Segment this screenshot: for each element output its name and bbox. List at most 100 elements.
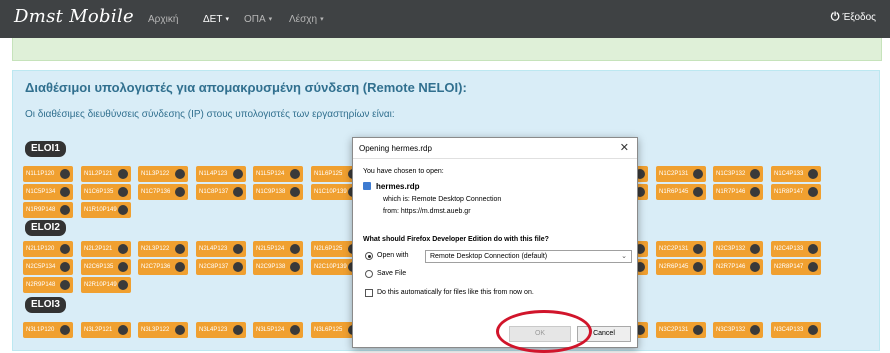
pc-button[interactable]: N2C5P134 [23,259,73,275]
arrow-circle-icon [60,262,70,272]
pc-button[interactable]: N1R8P147 [771,184,821,200]
logout-label: Έξοδος [842,12,876,23]
pc-button[interactable]: N3C2P131 [656,322,706,338]
pc-button[interactable]: N2R6P145 [656,259,706,275]
pc-label: N2C10P139 [314,264,347,270]
pc-button[interactable]: N3L2P121 [81,322,131,338]
pc-button[interactable]: N2C7P136 [138,259,188,275]
close-icon[interactable]: ✕ [620,141,629,154]
arrow-circle-icon [118,280,128,290]
pc-button[interactable]: N1C2P131 [656,166,706,182]
arrow-circle-icon [750,187,760,197]
arrow-circle-icon [175,169,185,179]
arrow-circle-icon [60,169,70,179]
arrow-circle-icon [118,187,128,197]
arrow-circle-icon [808,169,818,179]
pc-button[interactable]: N3L3P122 [138,322,188,338]
arrow-circle-icon [290,244,300,254]
nav-home[interactable]: Αρχική [148,0,178,38]
pc-button[interactable]: N1C3P132 [713,166,763,182]
arrow-circle-icon [290,262,300,272]
pc-button[interactable]: N1C7P136 [138,184,188,200]
arrow-circle-icon [693,325,703,335]
pc-button[interactable]: N2L1P120 [23,241,73,257]
pc-button[interactable]: N1C8P137 [196,184,246,200]
nav-home-label: Αρχική [148,13,179,25]
arrow-circle-icon [750,169,760,179]
open-with-select[interactable]: Remote Desktop Connection (default) ⌄ [425,250,632,263]
pc-label: N1L4P123 [199,171,228,177]
arrow-circle-icon [750,325,760,335]
save-file-radio[interactable] [365,270,373,278]
pc-button[interactable]: N2L5P124 [253,241,303,257]
pc-button[interactable]: N3C4P133 [771,322,821,338]
pc-button[interactable]: N3C3P132 [713,322,763,338]
pc-button[interactable]: N2C4P133 [771,241,821,257]
pc-label: N1L2P121 [84,171,113,177]
pc-button[interactable]: N3L1P120 [23,322,73,338]
pc-button[interactable]: N2L4P123 [196,241,246,257]
arrow-circle-icon [118,205,128,215]
pc-button[interactable]: N3L4P123 [196,322,246,338]
chevron-down-icon: ⌄ [621,253,627,260]
pc-button[interactable]: N1L4P123 [196,166,246,182]
pc-label: N3L5P124 [256,327,285,333]
pc-label: N1L5P124 [256,171,285,177]
pc-button[interactable]: N2L3P122 [138,241,188,257]
pc-button[interactable]: N1L2P121 [81,166,131,182]
pc-button[interactable]: N1L3P122 [138,166,188,182]
arrow-circle-icon [808,262,818,272]
pc-button[interactable]: N1R10P149 [81,202,131,218]
dialog-title: Opening hermes.rdp [359,144,432,153]
arrow-circle-icon [60,205,70,215]
pc-label: N3C4P133 [774,327,804,333]
pc-button[interactable]: N2C2P131 [656,241,706,257]
pc-label: N1L1P120 [26,171,55,177]
brand-logo[interactable]: Dmst Mobile [14,6,134,27]
pc-button[interactable]: N2L2P121 [81,241,131,257]
open-with-radio[interactable] [365,252,373,260]
pc-button[interactable]: N1C9P138 [253,184,303,200]
pc-button[interactable]: N2R8P147 [771,259,821,275]
pc-label: N2L5P124 [256,246,285,252]
pc-button[interactable]: N2R7P146 [713,259,763,275]
pc-button[interactable]: N1R6P145 [656,184,706,200]
pc-button[interactable]: N2C6P135 [81,259,131,275]
arrow-circle-icon [175,262,185,272]
pc-label: N1C9P138 [256,189,286,195]
nav-club-caret-icon: ▾ [320,16,324,23]
arrow-circle-icon [290,325,300,335]
logout-link[interactable]: ⏻ Έξοδος [831,11,876,24]
pc-label: N1C8P137 [199,189,229,195]
nav-opa[interactable]: ΟΠΑ ▾ [244,0,272,38]
pc-label: N1C7P136 [141,189,171,195]
pc-button[interactable]: N1C5P134 [23,184,73,200]
arrow-circle-icon [175,325,185,335]
nav-det-caret-icon: ▾ [225,16,229,23]
pc-button[interactable]: N1L1P120 [23,166,73,182]
file-type: which is: Remote Desktop Connection [383,196,502,203]
pc-button[interactable]: N2R9P148 [23,277,73,293]
pc-button[interactable]: N1C6P135 [81,184,131,200]
nav-opa-caret-icon: ▾ [268,16,273,23]
arrow-circle-icon [693,187,703,197]
arrow-circle-icon [60,244,70,254]
pc-button[interactable]: N2R10P149 [81,277,131,293]
pc-button[interactable]: N1L5P124 [253,166,303,182]
nav-club[interactable]: Λέσχη ▾ [289,0,324,38]
arrow-circle-icon [808,325,818,335]
pc-button[interactable]: N2C3P132 [713,241,763,257]
pc-button[interactable]: N1C4P133 [771,166,821,182]
pc-button[interactable]: N2C8P137 [196,259,246,275]
pc-label: N2R8P147 [774,264,804,270]
pc-label: N2C7P136 [141,264,171,270]
auto-checkbox-label: Do this automatically for files like thi… [377,289,534,296]
pc-button[interactable]: N3L5P124 [253,322,303,338]
arrow-circle-icon [808,244,818,254]
nav-det[interactable]: ΔΕΤ ▾ [203,0,229,38]
pc-button[interactable]: N2C9P138 [253,259,303,275]
save-file-label: Save File [377,270,407,277]
pc-button[interactable]: N1R9P148 [23,202,73,218]
auto-checkbox[interactable] [365,289,373,297]
pc-button[interactable]: N1R7P146 [713,184,763,200]
